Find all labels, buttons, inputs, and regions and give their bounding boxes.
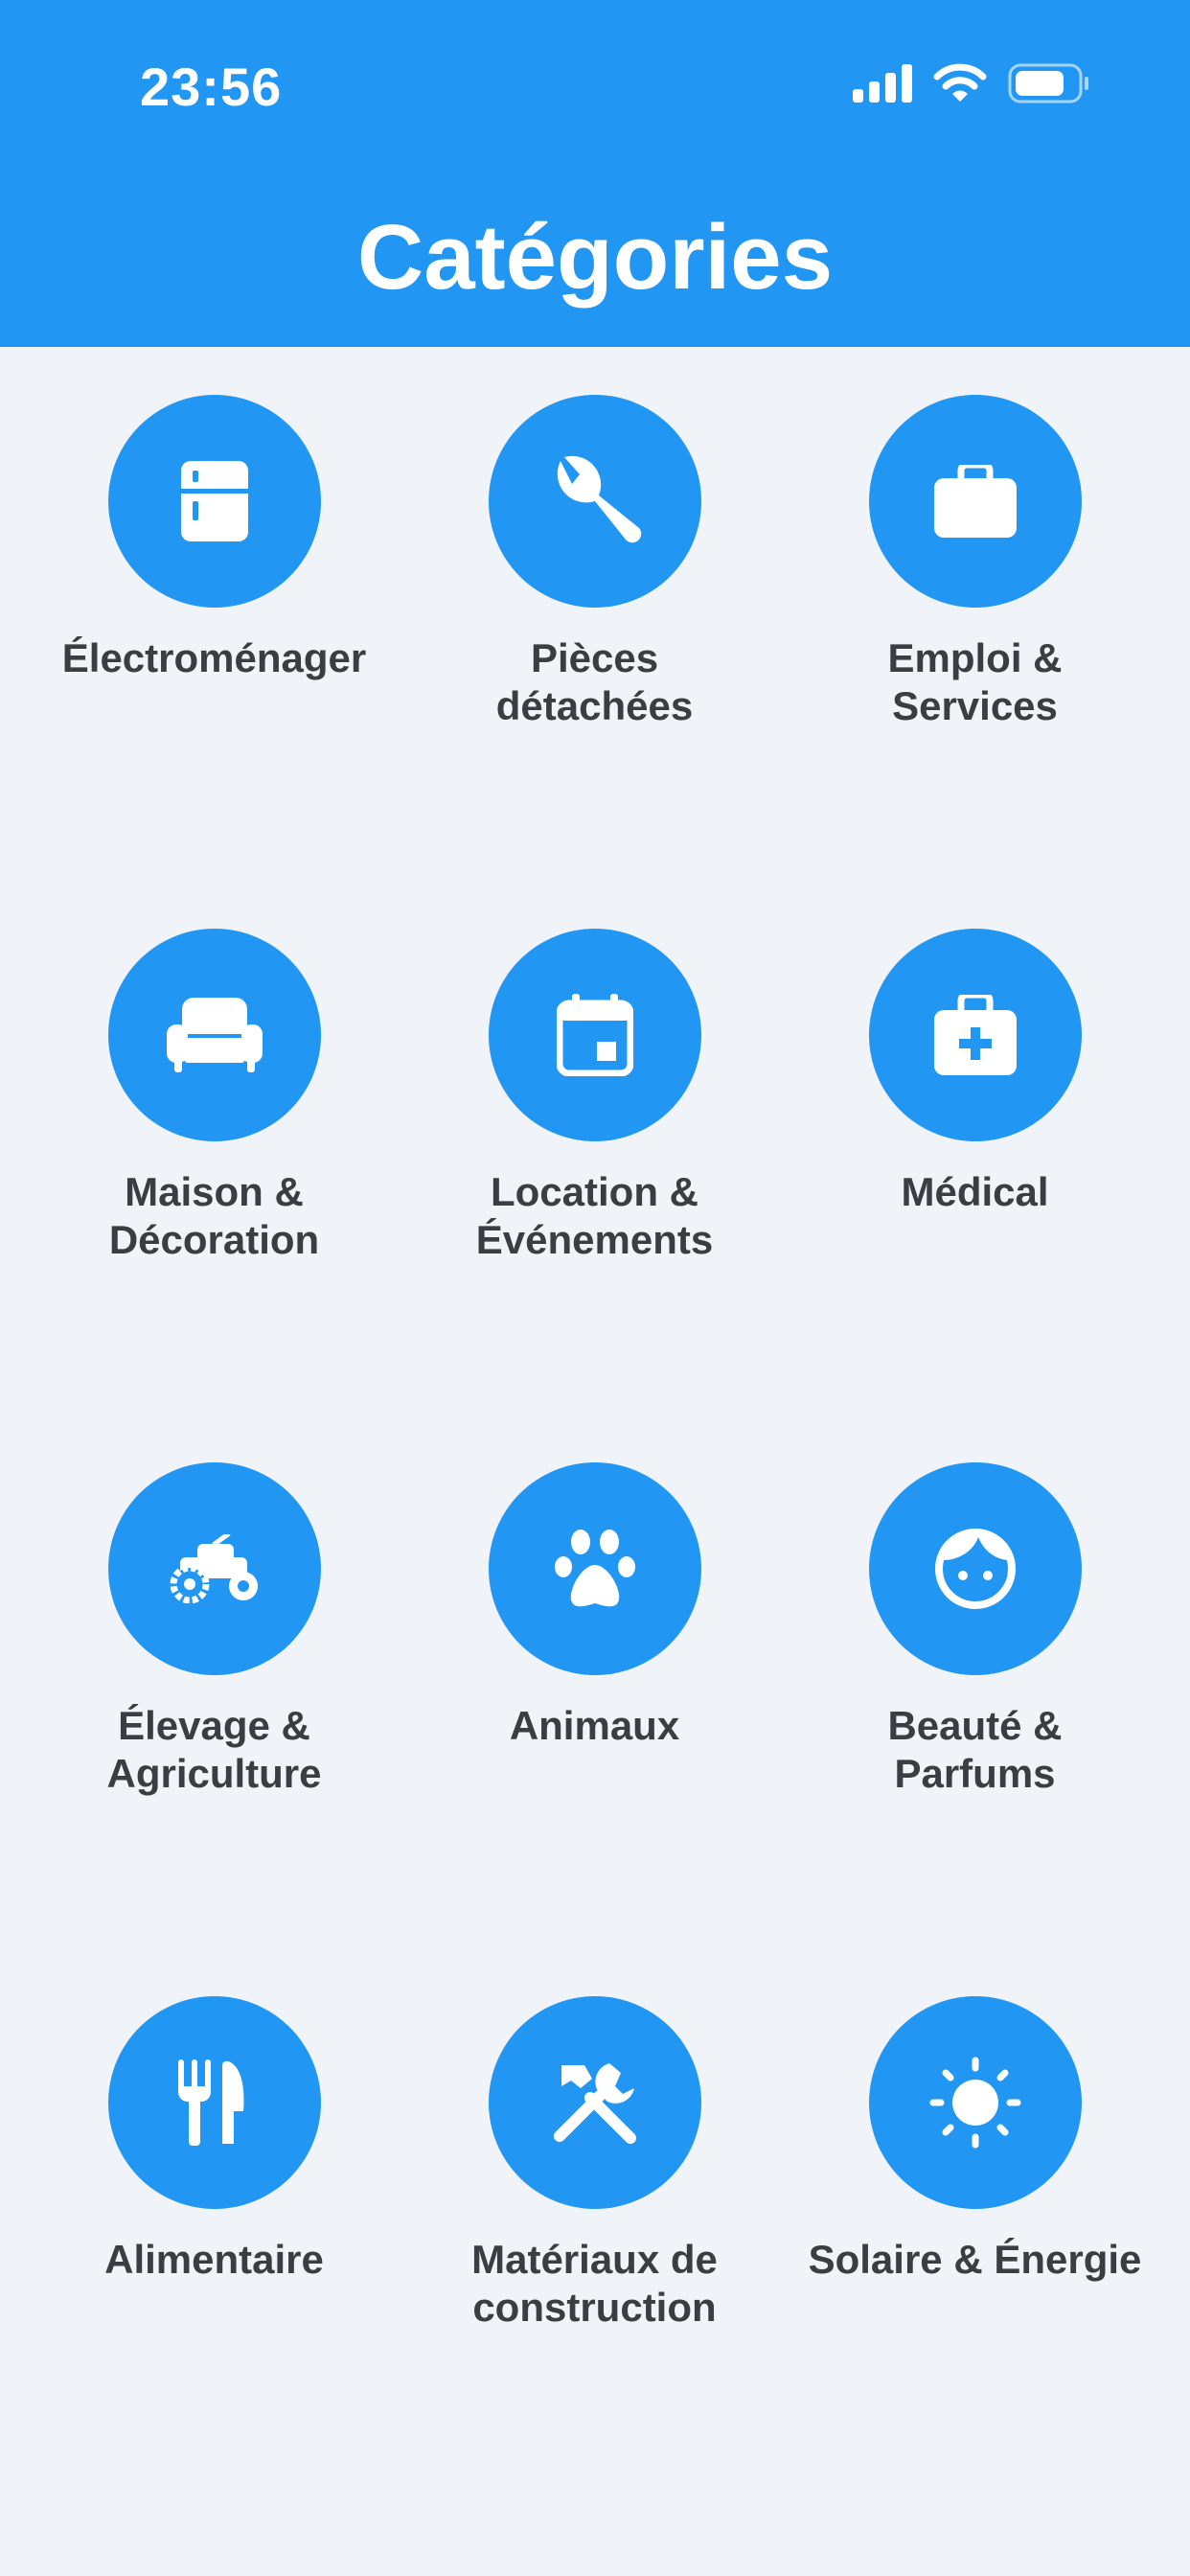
category-location-evenements[interactable]: Location & Événements <box>404 929 785 1264</box>
refrigerator-icon <box>180 461 248 541</box>
category-icon-circle[interactable] <box>107 395 321 608</box>
category-label: Location & Événements <box>475 1169 714 1262</box>
calendar-icon <box>556 994 633 1076</box>
category-pieces-detachees[interactable]: Pièces détachées <box>404 395 785 730</box>
category-icon-circle[interactable] <box>488 1996 701 2209</box>
category-solaire-energie[interactable]: Solaire & Énergie <box>785 1996 1165 2284</box>
categories-screen: 23:56 Catégories Électroménager Pièces d… <box>0 0 1190 2576</box>
category-icon-circle[interactable] <box>488 1462 701 1675</box>
category-electromenager[interactable]: Électroménager <box>24 395 404 682</box>
category-label: Emploi & Services <box>887 635 1063 728</box>
sun-icon <box>929 2057 1021 2149</box>
fork-knife-icon <box>176 2059 253 2146</box>
category-label: Élevage & Agriculture <box>106 1703 322 1796</box>
category-icon-circle[interactable] <box>107 1996 321 2209</box>
category-alimentaire[interactable]: Alimentaire <box>24 1996 404 2284</box>
category-icon-circle[interactable] <box>107 1462 321 1675</box>
category-icon-circle[interactable] <box>488 395 701 608</box>
category-icon-circle[interactable] <box>488 929 701 1141</box>
page-title: Catégories <box>356 206 834 309</box>
category-icon-circle[interactable] <box>107 929 321 1141</box>
category-label: Médical <box>901 1169 1049 1214</box>
medical-kit-icon <box>933 995 1017 1075</box>
battery-icon <box>1008 63 1090 108</box>
category-label: Animaux <box>509 1703 680 1748</box>
category-emploi-services[interactable]: Emploi & Services <box>785 395 1165 730</box>
tools-icon <box>552 2059 638 2146</box>
category-maison-decoration[interactable]: Maison & Décoration <box>24 929 404 1264</box>
header-bar: 23:56 Catégories <box>0 0 1190 347</box>
category-label: Matériaux de construction <box>471 2237 718 2330</box>
category-icon-circle[interactable] <box>868 1462 1082 1675</box>
wrench-icon <box>547 453 643 549</box>
category-icon-circle[interactable] <box>868 1996 1082 2209</box>
category-beaute-parfums[interactable]: Beauté & Parfums <box>785 1462 1165 1798</box>
paw-icon <box>554 1529 636 1609</box>
sofa-icon <box>166 998 263 1072</box>
category-icon-circle[interactable] <box>868 395 1082 608</box>
category-medical[interactable]: Médical <box>785 929 1165 1216</box>
status-time: 23:56 <box>140 57 283 117</box>
category-materiaux-construction[interactable]: Matériaux de construction <box>404 1996 785 2332</box>
signal-icon <box>853 64 912 107</box>
face-icon <box>934 1528 1017 1610</box>
tractor-icon <box>169 1534 261 1603</box>
category-label: Alimentaire <box>104 2237 324 2282</box>
wifi-icon <box>933 63 987 108</box>
status-icons <box>853 63 1090 108</box>
category-label: Beauté & Parfums <box>887 1703 1063 1796</box>
category-animaux[interactable]: Animaux <box>404 1462 785 1750</box>
category-label: Maison & Décoration <box>108 1169 320 1262</box>
briefcase-icon <box>933 465 1017 538</box>
category-label: Pièces détachées <box>495 635 694 728</box>
category-label: Solaire & Énergie <box>808 2237 1142 2282</box>
category-elevage-agriculture[interactable]: Élevage & Agriculture <box>24 1462 404 1798</box>
category-icon-circle[interactable] <box>868 929 1082 1141</box>
category-label: Électroménager <box>61 635 367 680</box>
